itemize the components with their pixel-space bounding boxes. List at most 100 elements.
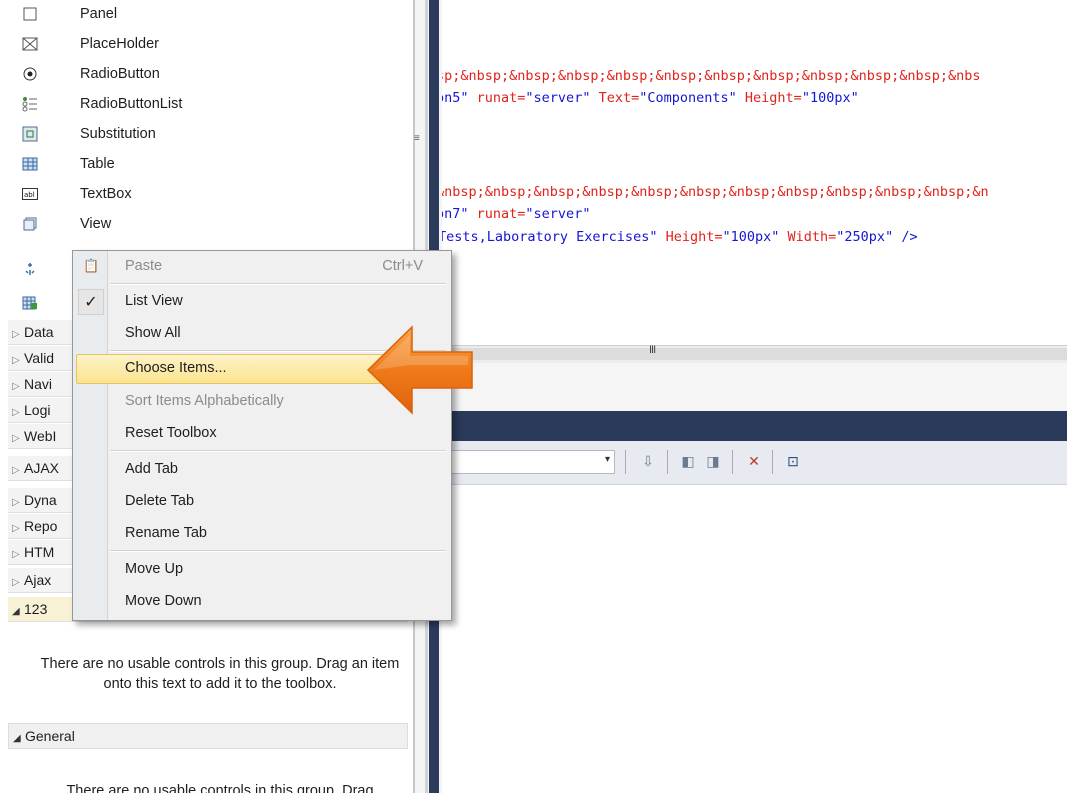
toolbox-item-label: RadioButton bbox=[80, 66, 160, 82]
expand-triangle-icon: ▷ bbox=[12, 407, 20, 418]
code-line: on5" runat="server" Text="Components" He… bbox=[442, 90, 859, 106]
expand-triangle-icon: ▷ bbox=[12, 381, 20, 392]
group-label: Dyna bbox=[24, 492, 57, 508]
svg-text:abl: abl bbox=[24, 191, 35, 199]
expand-triangle-icon: ▷ bbox=[12, 523, 20, 534]
checkmark-icon: ✓ bbox=[78, 289, 104, 315]
code-token: "100px" bbox=[722, 229, 780, 245]
toolbar-separator bbox=[667, 450, 668, 474]
code-token: "250px" bbox=[836, 229, 894, 245]
empty-group-message: There are no usable controls in this gro… bbox=[66, 783, 374, 793]
menu-item-label: Choose Items... bbox=[125, 360, 227, 376]
menu-item-add-tab[interactable]: Add Tab bbox=[76, 455, 447, 485]
menu-item-rename-tab[interactable]: Rename Tab bbox=[76, 519, 447, 549]
scrollbar-thumb[interactable] bbox=[442, 348, 1067, 360]
menu-item-label: Reset Toolbox bbox=[125, 425, 217, 441]
substitution-icon bbox=[22, 126, 38, 142]
pointer-arrow-icon bbox=[366, 325, 473, 415]
code-token: on5" bbox=[442, 90, 469, 106]
toolbox-context-menu: 📋 Paste Ctrl+V ✓ List View Show All Choo… bbox=[72, 250, 452, 621]
code-token: "Components" bbox=[639, 90, 737, 106]
wizard-icon bbox=[22, 261, 38, 277]
chevron-down-icon: ▾ bbox=[604, 454, 610, 465]
toolbox-item-label: RadioButtonList bbox=[80, 96, 183, 112]
toolbox-item-table[interactable]: Table bbox=[0, 150, 400, 180]
radiobuttonlist-icon bbox=[22, 96, 38, 112]
menu-separator bbox=[110, 550, 446, 552]
group-label: WebI bbox=[24, 428, 57, 444]
word-wrap-icon[interactable]: ⊡ bbox=[783, 451, 803, 471]
paste-icon: 📋 bbox=[83, 258, 100, 273]
toolbox-item-panel[interactable]: Panel bbox=[0, 0, 400, 30]
previous-message-icon[interactable]: ◧ bbox=[678, 451, 698, 471]
code-token: on7" bbox=[442, 206, 469, 222]
expand-triangle-icon: ▷ bbox=[12, 329, 20, 340]
menu-item-move-up[interactable]: Move Up bbox=[76, 555, 447, 585]
toolbox-item-label: Substitution bbox=[80, 126, 156, 142]
menu-item-label: Paste bbox=[125, 258, 163, 274]
menu-item-move-down[interactable]: Move Down bbox=[76, 587, 447, 617]
clear-all-icon[interactable]: ✕ bbox=[744, 451, 764, 471]
empty-group-message: There are no usable controls in this gro… bbox=[40, 656, 400, 692]
code-token: Tests,Laboratory Exercises" bbox=[442, 229, 658, 245]
output-panel-titlebar bbox=[442, 411, 1067, 441]
panel-icon bbox=[22, 6, 38, 22]
group-label: Logi bbox=[24, 402, 51, 418]
group-label: AJAX bbox=[24, 460, 60, 476]
menu-item-shortcut: Ctrl+V bbox=[382, 258, 423, 274]
menu-item-label: Show All bbox=[125, 325, 181, 341]
collapse-triangle-icon: ◢ bbox=[13, 733, 21, 744]
splitter-grip-icon: ≡ bbox=[414, 133, 420, 144]
code-token: "server" bbox=[525, 206, 591, 222]
radiobutton-icon bbox=[22, 66, 38, 82]
menu-item-label: Sort Items Alphabetically bbox=[125, 393, 284, 409]
group-label: General bbox=[25, 728, 75, 744]
design-source-tabstrip bbox=[442, 363, 1067, 411]
toolbox-item-substitution[interactable]: Substitution bbox=[0, 120, 400, 150]
menu-item-list-view[interactable]: ✓ List View bbox=[76, 287, 447, 317]
menu-item-delete-tab[interactable]: Delete Tab bbox=[76, 487, 447, 517]
expand-triangle-icon: ▷ bbox=[12, 549, 20, 560]
code-token: "server" bbox=[525, 90, 591, 106]
horizontal-scrollbar[interactable]: III bbox=[442, 344, 1067, 364]
group-label: Repo bbox=[24, 518, 58, 534]
xml-icon bbox=[22, 294, 38, 310]
collapse-triangle-icon: ◢ bbox=[12, 606, 20, 617]
toolbox-group-general[interactable]: ◢ General bbox=[8, 723, 408, 749]
toolbox-item-label: PlaceHolder bbox=[80, 36, 159, 52]
toolbar-separator bbox=[772, 450, 773, 474]
toolbox-item-placeholder[interactable]: PlaceHolder bbox=[0, 30, 400, 60]
expand-triangle-icon: ▷ bbox=[12, 433, 20, 444]
view-icon bbox=[22, 216, 38, 232]
toolbox-item-textbox[interactable]: abl TextBox bbox=[0, 180, 400, 210]
menu-item-label: Move Up bbox=[125, 561, 184, 577]
toolbox-item-radiobuttonlist[interactable]: RadioButtonList bbox=[0, 90, 400, 120]
toolbox-item-radiobutton[interactable]: RadioButton bbox=[0, 60, 400, 90]
expand-triangle-icon: ▷ bbox=[12, 577, 20, 588]
group-label: Valid bbox=[24, 350, 55, 366]
code-line: sp;&nbsp;&nbsp;&nbsp;&nbsp;&nbsp;&nbsp;&… bbox=[442, 68, 981, 84]
code-token: Text= bbox=[590, 90, 640, 106]
expand-triangle-icon: ▷ bbox=[12, 465, 20, 476]
menu-item-label: List View bbox=[125, 293, 183, 309]
expand-triangle-icon: ▷ bbox=[12, 355, 20, 366]
menu-separator bbox=[110, 450, 446, 452]
menu-item-label: Move Down bbox=[125, 593, 202, 609]
menu-item-label: Rename Tab bbox=[125, 525, 207, 541]
code-token: Height= bbox=[657, 229, 723, 245]
menu-item-reset-toolbox[interactable]: Reset Toolbox bbox=[76, 419, 447, 449]
menu-item-paste[interactable]: 📋 Paste Ctrl+V bbox=[76, 252, 447, 282]
code-editor[interactable]: sp;&nbsp;&nbsp;&nbsp;&nbsp;&nbsp;&nbsp;&… bbox=[442, 0, 1067, 345]
toolbar-separator bbox=[732, 450, 733, 474]
next-message-icon[interactable]: ◨ bbox=[703, 451, 723, 471]
code-token: /> bbox=[893, 229, 918, 245]
toolbox-item-label: Table bbox=[80, 156, 115, 172]
code-token: runat= bbox=[468, 206, 526, 222]
toolbox-item-label: View bbox=[80, 216, 112, 232]
find-message-icon[interactable]: ⇩ bbox=[638, 451, 658, 471]
toolbox-item-view[interactable]: View bbox=[0, 210, 400, 240]
output-source-dropdown[interactable]: ▾ bbox=[442, 450, 615, 474]
menu-item-label: Add Tab bbox=[125, 461, 178, 477]
code-line: Tests,Laboratory Exercises" Height="100p… bbox=[442, 229, 918, 245]
textbox-icon: abl bbox=[22, 186, 38, 202]
